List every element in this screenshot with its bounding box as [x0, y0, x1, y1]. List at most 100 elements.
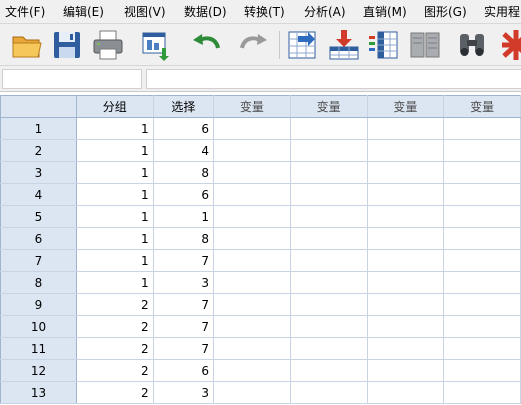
cell-empty[interactable] [213, 359, 291, 382]
cell-group[interactable]: 1 [76, 205, 154, 228]
cell-group[interactable]: 2 [76, 359, 154, 382]
insert-variable-icon[interactable] [366, 28, 400, 62]
menu-edit[interactable]: 编辑(E) [63, 4, 104, 20]
cell-empty[interactable] [213, 293, 291, 316]
cell-empty[interactable] [367, 315, 445, 338]
menu-view[interactable]: 视图(V) [124, 4, 166, 20]
cell-empty[interactable] [290, 183, 368, 206]
cell-choice[interactable]: 6 [153, 117, 215, 140]
row-header[interactable]: 11 [0, 337, 77, 360]
cell-empty[interactable] [290, 315, 368, 338]
cell-empty[interactable] [367, 139, 445, 162]
cell-empty[interactable] [443, 381, 521, 404]
insert-case-icon[interactable] [327, 28, 361, 62]
cell-choice[interactable]: 3 [153, 271, 215, 294]
cell-empty[interactable] [290, 337, 368, 360]
cell-empty[interactable] [367, 271, 445, 294]
menu-analyze[interactable]: 分析(A) [304, 4, 346, 20]
cell-empty[interactable] [443, 315, 521, 338]
goto-case-icon[interactable] [286, 28, 320, 62]
cell-empty[interactable] [290, 161, 368, 184]
cell-empty[interactable] [213, 249, 291, 272]
row-header[interactable]: 5 [0, 205, 77, 228]
row-header[interactable]: 2 [0, 139, 77, 162]
cell-empty[interactable] [213, 315, 291, 338]
cell-empty[interactable] [290, 205, 368, 228]
cell-editor-field[interactable] [146, 69, 521, 89]
cell-empty[interactable] [213, 139, 291, 162]
row-header[interactable]: 8 [0, 271, 77, 294]
cell-empty[interactable] [443, 139, 521, 162]
cell-choice[interactable]: 7 [153, 249, 215, 272]
cell-group[interactable]: 1 [76, 227, 154, 250]
cell-empty[interactable] [443, 271, 521, 294]
cell-choice[interactable]: 1 [153, 205, 215, 228]
cell-empty[interactable] [213, 337, 291, 360]
cell-empty[interactable] [290, 381, 368, 404]
column-header-var[interactable]: 变量 [367, 95, 445, 118]
column-header-choice[interactable]: 选择 [153, 95, 215, 118]
menu-direct-marketing[interactable]: 直销(M) [363, 4, 407, 20]
recall-dialog-icon[interactable] [140, 28, 174, 62]
cell-group[interactable]: 1 [76, 161, 154, 184]
row-header[interactable]: 6 [0, 227, 77, 250]
cell-empty[interactable] [367, 337, 445, 360]
cell-empty[interactable] [443, 293, 521, 316]
cell-empty[interactable] [443, 205, 521, 228]
cell-choice[interactable]: 6 [153, 183, 215, 206]
print-icon[interactable] [91, 28, 125, 62]
cell-group[interactable]: 2 [76, 337, 154, 360]
cell-empty[interactable] [290, 293, 368, 316]
cell-choice[interactable]: 7 [153, 315, 215, 338]
cell-empty[interactable] [443, 161, 521, 184]
row-header[interactable]: 3 [0, 161, 77, 184]
row-header[interactable]: 10 [0, 315, 77, 338]
row-header[interactable]: 9 [0, 293, 77, 316]
cell-empty[interactable] [213, 161, 291, 184]
save-icon[interactable] [50, 28, 84, 62]
undo-icon[interactable] [190, 28, 224, 62]
row-header[interactable]: 13 [0, 381, 77, 404]
cell-empty[interactable] [213, 227, 291, 250]
cell-choice[interactable]: 4 [153, 139, 215, 162]
cell-choice[interactable]: 8 [153, 161, 215, 184]
cell-empty[interactable] [290, 117, 368, 140]
column-header-var[interactable]: 变量 [443, 95, 521, 118]
cell-group[interactable]: 1 [76, 183, 154, 206]
cell-empty[interactable] [367, 161, 445, 184]
cell-choice[interactable]: 7 [153, 293, 215, 316]
row-header[interactable]: 1 [0, 117, 77, 140]
cell-group[interactable]: 2 [76, 381, 154, 404]
cell-empty[interactable] [367, 227, 445, 250]
cell-empty[interactable] [443, 337, 521, 360]
cell-empty[interactable] [443, 183, 521, 206]
cell-empty[interactable] [443, 359, 521, 382]
cell-choice[interactable]: 8 [153, 227, 215, 250]
cell-empty[interactable] [213, 271, 291, 294]
cell-empty[interactable] [367, 183, 445, 206]
grid-corner[interactable] [0, 95, 77, 118]
menu-transform[interactable]: 转换(T) [244, 4, 285, 20]
open-folder-icon[interactable] [10, 28, 44, 62]
column-header-var[interactable]: 变量 [213, 95, 291, 118]
cell-empty[interactable] [290, 271, 368, 294]
cell-empty[interactable] [367, 359, 445, 382]
cell-empty[interactable] [367, 205, 445, 228]
cell-empty[interactable] [367, 293, 445, 316]
find-icon[interactable] [455, 28, 489, 62]
cell-empty[interactable] [443, 117, 521, 140]
menu-utilities[interactable]: 实用程 [484, 4, 520, 20]
cell-group[interactable]: 1 [76, 271, 154, 294]
cell-choice[interactable]: 7 [153, 337, 215, 360]
menu-data[interactable]: 数据(D) [184, 4, 227, 20]
redo-icon[interactable] [236, 28, 270, 62]
cell-group[interactable]: 2 [76, 293, 154, 316]
cell-choice[interactable]: 3 [153, 381, 215, 404]
cell-reference-field[interactable] [2, 69, 142, 89]
row-header[interactable]: 4 [0, 183, 77, 206]
menu-graphs[interactable]: 图形(G) [424, 4, 467, 20]
cell-empty[interactable] [443, 249, 521, 272]
split-file-icon[interactable] [408, 28, 442, 62]
cell-empty[interactable] [290, 139, 368, 162]
cell-empty[interactable] [213, 381, 291, 404]
